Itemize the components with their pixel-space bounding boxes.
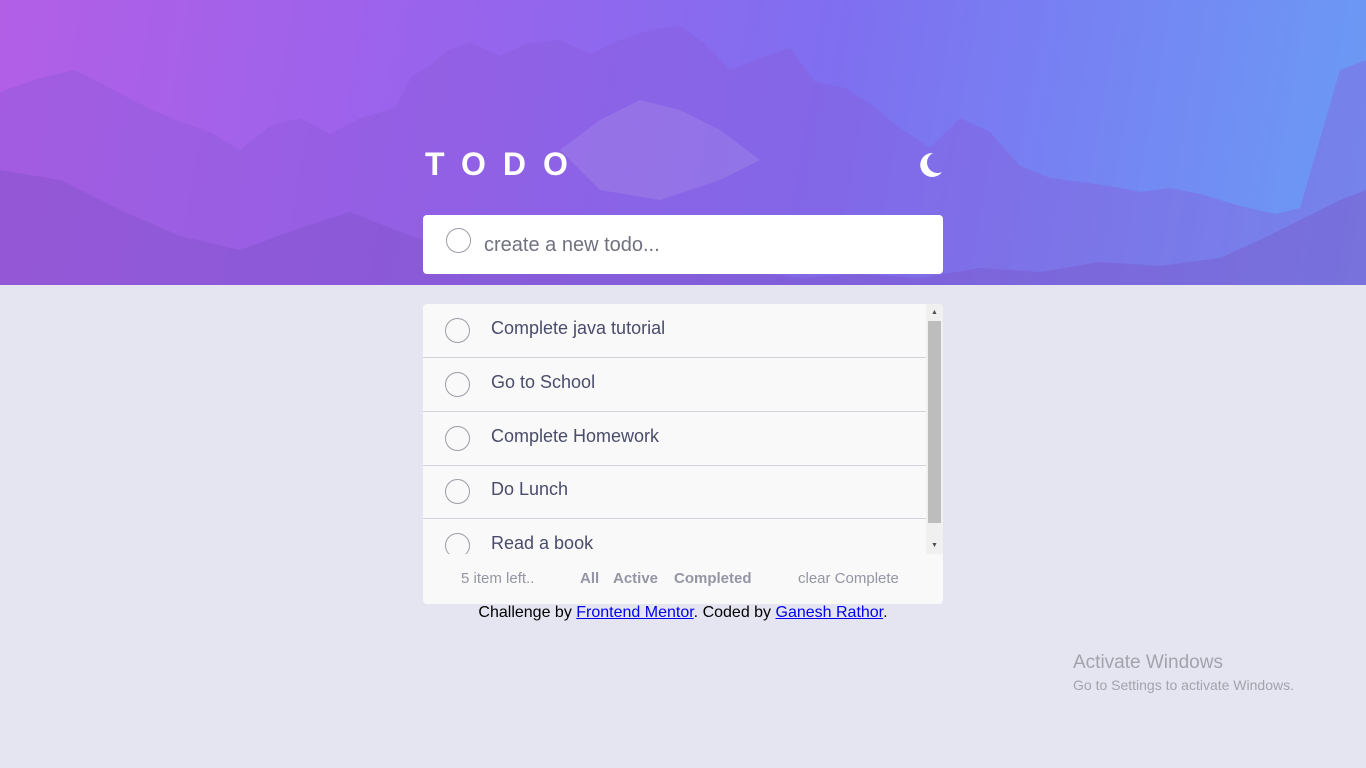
clear-completed-button[interactable]: clear Complete xyxy=(798,570,899,587)
credit-prefix: Challenge by xyxy=(478,604,577,621)
todo-list: Complete java tutorial Go to School Comp… xyxy=(423,304,943,554)
todo-item[interactable]: Go to School xyxy=(423,358,926,412)
todo-check-circle[interactable] xyxy=(445,318,470,343)
new-todo-check-circle[interactable] xyxy=(446,228,471,253)
todo-label: Do Lunch xyxy=(491,479,569,499)
activate-windows-watermark: Activate Windows Go to Settings to activ… xyxy=(1073,652,1294,693)
credit-suffix: . xyxy=(883,604,888,621)
app-title: TODO xyxy=(425,146,585,182)
todo-item[interactable]: Do Lunch xyxy=(423,465,926,519)
filter-active[interactable]: Active xyxy=(613,570,658,587)
todo-label: Complete Homework xyxy=(491,426,660,446)
todo-check-circle[interactable] xyxy=(445,426,470,451)
todo-label: Complete java tutorial xyxy=(491,318,666,338)
scroll-up-arrow-icon[interactable]: ▲ xyxy=(926,304,943,321)
author-link[interactable]: Ganesh Rathor xyxy=(776,604,884,621)
moon-icon xyxy=(920,152,942,177)
watermark-title: Activate Windows xyxy=(1073,652,1223,673)
todo-item[interactable]: Complete Homework xyxy=(423,412,926,466)
todo-item[interactable]: Read a book xyxy=(423,519,926,554)
todo-label: Go to School xyxy=(491,372,596,392)
filter-all[interactable]: All xyxy=(580,570,599,587)
todo-item[interactable]: Complete java tutorial xyxy=(423,304,926,358)
filter-completed[interactable]: Completed xyxy=(674,570,752,587)
items-left-count: 5 item left.. xyxy=(461,570,535,587)
todo-check-circle[interactable] xyxy=(445,372,470,397)
new-todo-form xyxy=(423,215,943,274)
todo-label: Read a book xyxy=(491,533,594,553)
scrollbar-thumb[interactable] xyxy=(928,321,941,523)
todo-check-circle[interactable] xyxy=(445,479,470,504)
todo-list-card: Complete java tutorial Go to School Comp… xyxy=(423,304,943,604)
todo-footer: 5 item left.. All Active Completed clear… xyxy=(423,554,943,604)
new-todo-input[interactable] xyxy=(484,229,757,261)
todo-check-circle[interactable] xyxy=(445,533,470,554)
watermark-subtitle: Go to Settings to activate Windows. xyxy=(1073,677,1294,693)
theme-toggle-button[interactable] xyxy=(914,150,944,180)
frontend-mentor-link[interactable]: Frontend Mentor xyxy=(576,604,693,621)
todo-list-scrollbar[interactable]: ▲ ▼ xyxy=(926,304,943,554)
credit-middle: . Coded by xyxy=(693,604,776,621)
scroll-down-arrow-icon[interactable]: ▼ xyxy=(926,537,943,554)
attribution: Challenge by Frontend Mentor. Coded by G… xyxy=(0,604,1366,622)
